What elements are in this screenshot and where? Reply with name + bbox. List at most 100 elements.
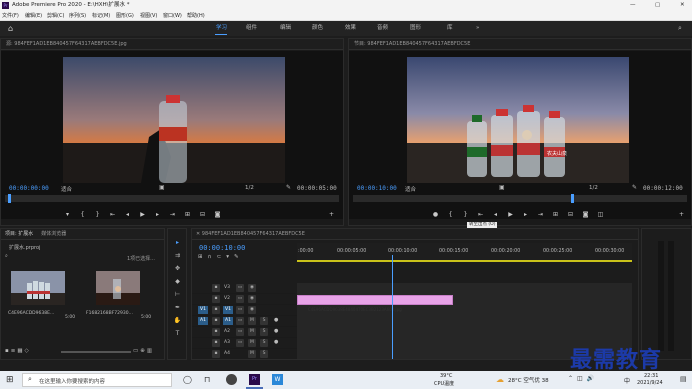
weather-text[interactable]: 28°C 空气优 38 <box>508 376 549 384</box>
maximize-button[interactable]: ▢ <box>655 0 660 11</box>
mute-icon[interactable]: M <box>248 328 256 336</box>
hand-tool-icon[interactable]: ✋ <box>173 316 182 325</box>
freeform-view-icon[interactable]: ◇ <box>25 348 31 354</box>
menu-clip[interactable]: 剪辑(C) <box>47 11 64 21</box>
avatar-app-icon[interactable] <box>226 374 237 385</box>
mute-icon[interactable]: M <box>248 339 256 347</box>
step-forward-icon[interactable]: ▸ <box>153 210 162 219</box>
program-playhead[interactable] <box>571 194 574 203</box>
task-view-icon[interactable]: ◯ <box>183 375 192 384</box>
snap-icon[interactable]: ∩ <box>208 254 217 260</box>
program-fit-dropdown[interactable]: 适合 <box>405 185 416 193</box>
mark-in-bracket-icon[interactable]: { <box>78 210 87 219</box>
extract-icon[interactable]: ⊟ <box>566 210 575 219</box>
track-select-tool-icon[interactable]: ⇉ <box>173 251 182 260</box>
clock-date[interactable]: 2021/9/24 <box>637 380 663 386</box>
project-tab[interactable]: 项目: 扩展水 <box>5 229 33 239</box>
program-step-forward-icon[interactable]: ▸ <box>521 210 530 219</box>
project-item[interactable]: F1682168BF72930... <box>86 271 148 316</box>
menu-edit[interactable]: 编辑(E) <box>25 11 42 21</box>
mute-icon[interactable]: M <box>248 350 256 358</box>
icon-view-icon[interactable]: ▦ <box>17 348 24 354</box>
workspace-more-button[interactable]: » <box>476 21 479 36</box>
workspace-tab-editing[interactable]: 编辑 <box>280 21 291 36</box>
notifications-icon[interactable]: ▤ <box>680 375 687 383</box>
source-patch-v1[interactable]: V1 <box>198 306 208 314</box>
mark-in-icon[interactable]: ▾ <box>63 210 72 219</box>
program-play-icon[interactable]: ▶ <box>506 210 515 219</box>
menu-help[interactable]: 帮助(H) <box>187 11 205 21</box>
pen-tool-icon[interactable]: ✒ <box>173 303 182 312</box>
lock-icon[interactable]: ▪ <box>212 350 220 358</box>
workspace-tab-graphics[interactable]: 图形 <box>410 21 421 36</box>
slip-tool-icon[interactable]: ⊢ <box>173 290 182 299</box>
browser-taskbar-icon[interactable]: W <box>272 374 283 385</box>
source-playhead[interactable] <box>8 194 11 203</box>
windows-start-icon[interactable]: ⊞ <box>6 375 14 385</box>
program-mark-in-icon[interactable]: { <box>446 210 455 219</box>
program-settings-icon[interactable]: ▣ <box>499 184 505 191</box>
sync-icon[interactable]: ▭ <box>236 328 244 336</box>
mic-icon[interactable]: ● <box>274 339 278 345</box>
lock-icon[interactable]: ▪ <box>212 284 220 292</box>
solo-icon[interactable]: S <box>260 317 268 325</box>
mic-icon[interactable]: ● <box>274 317 278 323</box>
lock-icon[interactable]: ▪ <box>212 328 220 336</box>
program-add-button-icon[interactable]: + <box>677 210 686 219</box>
workspace-tab-audio[interactable]: 音频 <box>377 21 388 36</box>
work-area-bar[interactable] <box>297 260 632 262</box>
camera-icon[interactable]: ◙ <box>213 210 222 219</box>
new-item-icon[interactable]: ⊕ <box>140 348 147 354</box>
system-tray[interactable]: ⌃◫🔊 <box>568 375 598 382</box>
sync-icon[interactable]: ▭ <box>236 317 244 325</box>
project-item[interactable]: C4E96ACDD9638E... <box>8 271 68 316</box>
source-settings-icon[interactable]: ▣ <box>159 184 165 191</box>
compare-icon[interactable]: ◫ <box>596 210 605 219</box>
menu-marker[interactable]: 标记(M) <box>92 11 110 21</box>
menu-window[interactable]: 窗口(W) <box>163 11 182 21</box>
input-language[interactable]: 中 <box>624 376 630 385</box>
source-timecode-current[interactable]: 00:00:00:00 <box>9 185 49 192</box>
source-patch-a1[interactable]: A1 <box>198 317 208 325</box>
workspace-tab-color[interactable]: 颜色 <box>312 21 323 36</box>
insert-icon[interactable]: ⊞ <box>183 210 192 219</box>
program-marker-icon[interactable]: ● <box>431 210 440 219</box>
close-button[interactable]: ✕ <box>680 0 685 11</box>
workspace-tab-assembly[interactable]: 组件 <box>246 21 257 36</box>
mic-icon[interactable]: ● <box>274 328 278 334</box>
eye-icon[interactable]: ◉ <box>248 306 256 314</box>
clock-time[interactable]: 22:31 <box>644 373 658 379</box>
search-icon[interactable]: ⌕ <box>678 21 682 36</box>
menu-file[interactable]: 文件(F) <box>2 11 19 21</box>
timeline-timecode[interactable]: 00:00:10:00 <box>199 244 245 252</box>
selection-tool-icon[interactable]: ▸ <box>173 238 182 247</box>
program-step-back-icon[interactable]: ◂ <box>491 210 500 219</box>
lift-icon[interactable]: ⊞ <box>551 210 560 219</box>
premiere-taskbar-icon[interactable]: Pr <box>249 374 260 385</box>
source-time-ruler[interactable] <box>5 195 339 202</box>
wrench-icon[interactable]: ✎ <box>286 184 291 191</box>
type-tool-icon[interactable]: T <box>173 329 182 338</box>
program-go-to-out-icon[interactable]: ⇥ <box>536 210 545 219</box>
home-icon[interactable]: ⌂ <box>8 21 13 36</box>
nest-icon[interactable]: ⊞ <box>198 254 208 260</box>
program-go-to-in-icon[interactable]: ⇤ <box>476 210 485 219</box>
program-timecode-current[interactable]: 00:00:10:00 <box>357 185 397 192</box>
overwrite-icon[interactable]: ⊟ <box>198 210 207 219</box>
solo-icon[interactable]: S <box>260 328 268 336</box>
go-to-out-icon[interactable]: ⇥ <box>168 210 177 219</box>
menu-view[interactable]: 视图(V) <box>140 11 157 21</box>
program-mark-out-icon[interactable]: } <box>461 210 470 219</box>
workspace-tab-effects[interactable]: 效果 <box>345 21 356 36</box>
lock-icon[interactable]: ▪ <box>212 295 220 303</box>
project-search-icon[interactable]: ⌕ <box>5 253 8 259</box>
step-back-icon[interactable]: ◂ <box>123 210 132 219</box>
lock-icon[interactable]: ▪ <box>212 306 220 314</box>
sync-icon[interactable]: ▭ <box>236 284 244 292</box>
timeline-playhead[interactable] <box>392 255 394 359</box>
linked-selection-icon[interactable]: ⊂ <box>217 254 227 260</box>
play-icon[interactable]: ▶ <box>138 210 147 219</box>
menu-sequence[interactable]: 序列(S) <box>69 11 86 21</box>
source-fit-dropdown[interactable]: 适合 <box>61 185 72 193</box>
sync-icon[interactable]: ▭ <box>236 295 244 303</box>
